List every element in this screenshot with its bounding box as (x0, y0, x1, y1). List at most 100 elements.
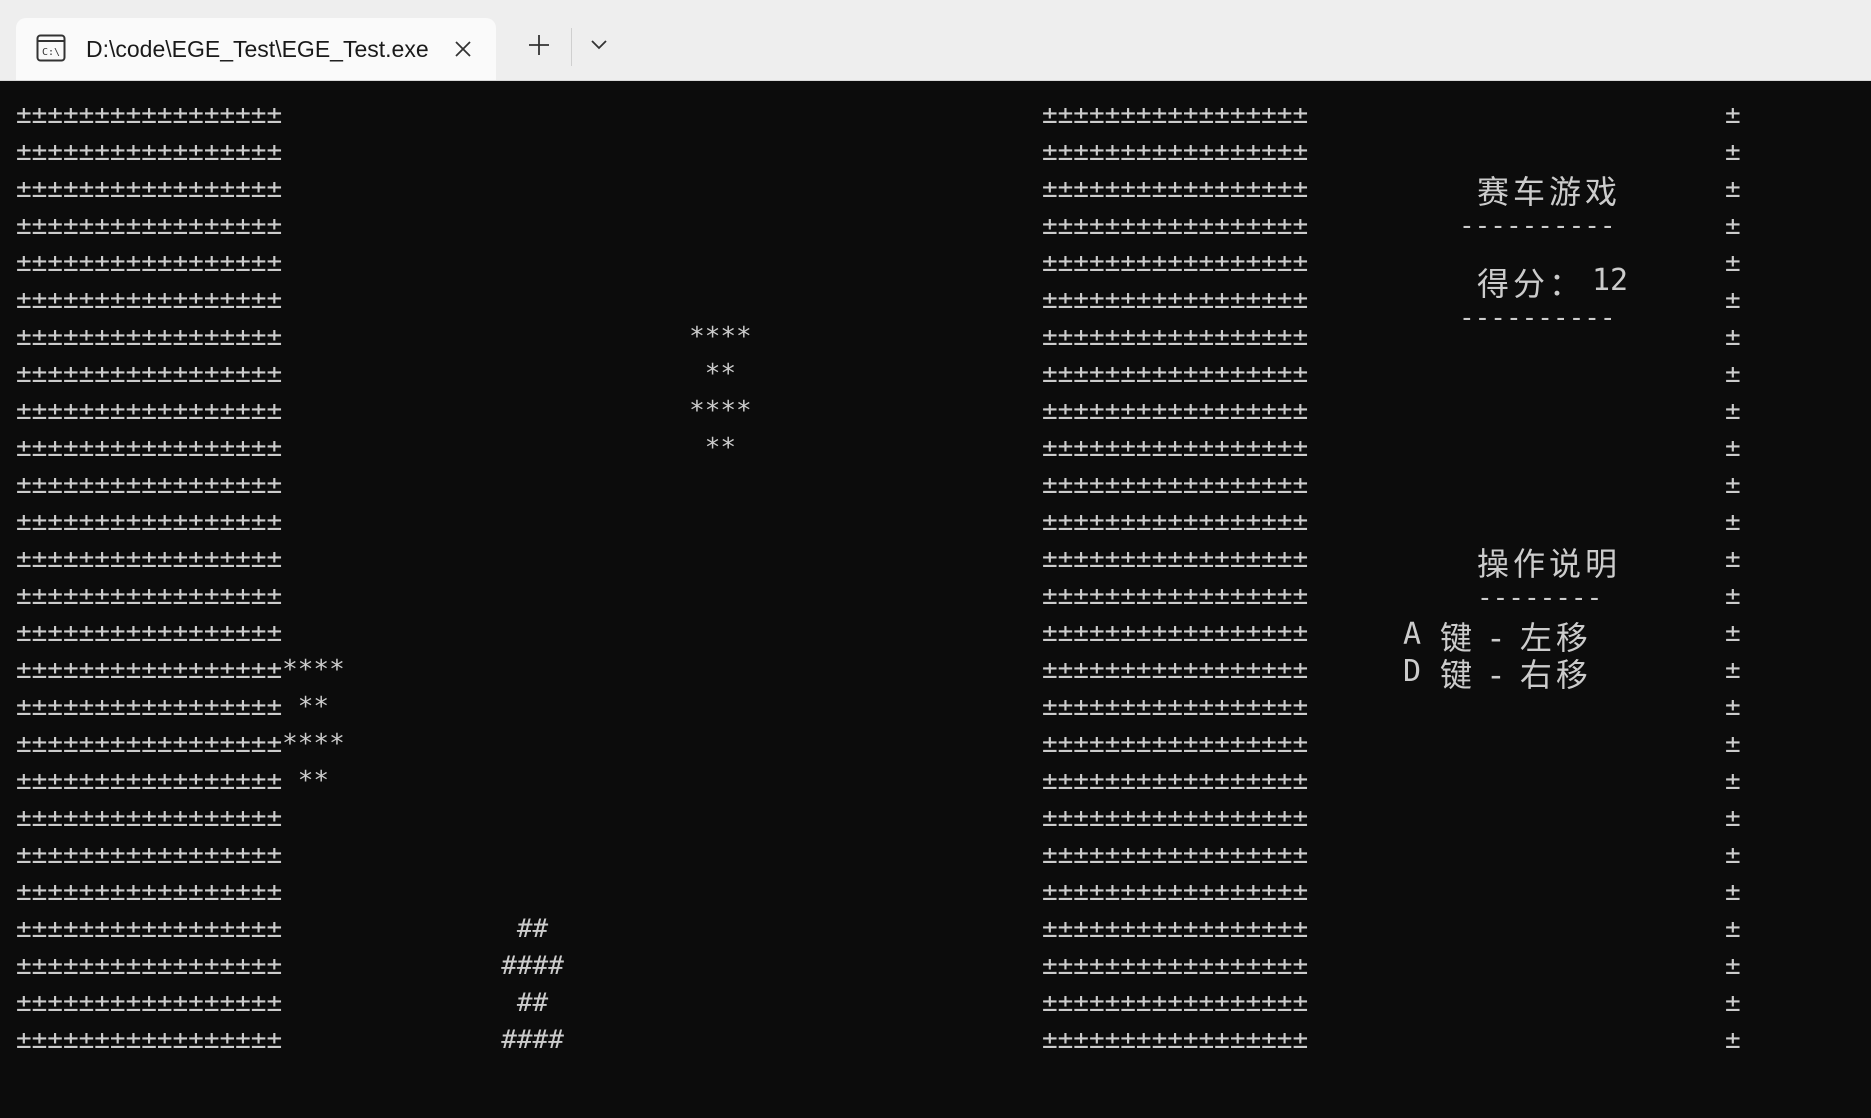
right-wall-row: ±±±±±±±±±±±±±±±±± (1042, 211, 1309, 241)
road-area: **** ** **** ** ## #### ## #### (16, 97, 752, 1059)
border-row: ± (1725, 803, 1741, 833)
road-row: #### (16, 951, 564, 981)
right-wall-row: ±±±±±±±±±±±±±±±±± (1042, 100, 1309, 130)
right-track-wall: ±±±±±±±±±±±±±±±±± ±±±±±±±±±±±±±±±±± ±±±±±±… (1042, 97, 1308, 1059)
border-row: ± (1725, 359, 1741, 389)
road-row (16, 578, 752, 615)
road-row (16, 874, 752, 911)
border-row: ± (1725, 285, 1741, 315)
border-row: ± (1725, 396, 1741, 426)
right-wall-row: ±±±±±±±±±±±±±±±±± (1042, 988, 1309, 1018)
border-row: ± (1725, 655, 1741, 685)
right-wall-row: ±±±±±±±±±±±±±±±±± (1042, 396, 1309, 426)
road-row (16, 837, 752, 874)
road-row: #### (16, 1025, 564, 1055)
road-row (16, 689, 752, 726)
right-wall-row: ±±±±±±±±±±±±±±±±± (1042, 248, 1309, 278)
border-row: ± (1725, 322, 1741, 352)
border-row: ± (1725, 1025, 1741, 1055)
plus-icon (528, 34, 550, 61)
right-wall-row: ±±±±±±±±±±±±±±±±± (1042, 470, 1309, 500)
terminal-icon: C:\ (36, 34, 66, 62)
control-d-key: D (1403, 654, 1422, 689)
right-wall-row: ±±±±±±±±±±±±±±±±± (1042, 655, 1309, 685)
divider-bottom: ---------- (1459, 303, 1616, 333)
border-row: ± (1725, 100, 1741, 130)
tab-dropdown-button[interactable] (578, 26, 620, 68)
right-border: ± ± ± ± ± ± ± ± ± ± ± ± ± ± ± ± ± ± ± ± ± ± ± ± ± ± (1725, 97, 1741, 1059)
road-row: ## (16, 988, 549, 1018)
svg-text:C:\: C:\ (42, 47, 60, 58)
tab-title: D:\code\EGE_Test\EGE_Test.exe (86, 36, 429, 62)
right-wall-row: ±±±±±±±±±±±±±±±±± (1042, 951, 1309, 981)
controls-title: 操作说明 (1477, 545, 1622, 583)
right-wall-row: ±±±±±±±±±±±±±±±±± (1042, 285, 1309, 315)
road-row (16, 652, 752, 689)
right-wall-row: ±±±±±±±±±±±±±±±±± (1042, 618, 1309, 648)
border-row: ± (1725, 433, 1741, 463)
tab-ege-test[interactable]: C:\ D:\code\EGE_Test\EGE_Test.exe (16, 18, 496, 80)
score-value: 12 (1592, 263, 1629, 298)
right-wall-row: ±±±±±±±±±±±±±±±±± (1042, 174, 1309, 204)
border-row: ± (1725, 248, 1741, 278)
road-row (16, 615, 752, 652)
divider-top: ---------- (1459, 211, 1616, 241)
road-row (16, 467, 752, 504)
border-row: ± (1725, 211, 1741, 241)
right-wall-row: ±±±±±±±±±±±±±±±±± (1042, 544, 1309, 574)
road-row (16, 134, 752, 171)
border-row: ± (1725, 692, 1741, 722)
border-row: ± (1725, 137, 1741, 167)
right-wall-row: ±±±±±±±±±±±±±±±±± (1042, 692, 1309, 722)
right-wall-row: ±±±±±±±±±±±±±±±±± (1042, 137, 1309, 167)
road-row (16, 97, 752, 134)
title-bar: C:\ D:\code\EGE_Test\EGE_Test.exe (0, 0, 1871, 81)
controls-divider: -------- (1477, 583, 1603, 613)
right-wall-row: ±±±±±±±±±±±±±±±±± (1042, 914, 1309, 944)
border-row: ± (1725, 988, 1741, 1018)
control-d-text: 键 - 右移 (1440, 656, 1592, 694)
road-row (16, 726, 752, 763)
right-wall-row: ±±±±±±±±±±±±±±±±± (1042, 359, 1309, 389)
border-row: ± (1725, 877, 1741, 907)
border-row: ± (1725, 174, 1741, 204)
road-row (16, 504, 752, 541)
right-wall-row: ±±±±±±±±±±±±±±±±± (1042, 581, 1309, 611)
border-row: ± (1725, 951, 1741, 981)
score-label: 得分： (1477, 265, 1586, 303)
console-output[interactable]: ±±±±±±±±±±±±±±±±± ±±±±±±±±±±±±±±±±± ±±±±±±… (0, 81, 1871, 1118)
border-row: ± (1725, 729, 1741, 759)
border-row: ± (1725, 766, 1741, 796)
tab-separator (571, 28, 572, 66)
right-wall-row: ±±±±±±±±±±±±±±±±± (1042, 803, 1309, 833)
right-wall-row: ±±±±±±±±±±±±±±±±± (1042, 433, 1309, 463)
border-row: ± (1725, 618, 1741, 648)
road-row: ** (16, 433, 737, 463)
road-row: **** (16, 396, 752, 426)
border-row: ± (1725, 581, 1741, 611)
road-row: ## (16, 914, 549, 944)
new-tab-button[interactable] (518, 26, 560, 68)
right-wall-row: ±±±±±±±±±±±±±±±±± (1042, 507, 1309, 537)
road-row (16, 208, 752, 245)
road-row (16, 763, 752, 800)
road-row (16, 245, 752, 282)
road-row (16, 282, 752, 319)
right-wall-row: ±±±±±±±±±±±±±±±±± (1042, 766, 1309, 796)
right-wall-row: ±±±±±±±±±±±±±±±±± (1042, 322, 1309, 352)
border-row: ± (1725, 840, 1741, 870)
terminal-window: C:\ D:\code\EGE_Test\EGE_Test.exe ±±±±±±… (0, 0, 1871, 1118)
control-a-key: A (1403, 617, 1422, 652)
game-title: 赛车游戏 (1477, 173, 1622, 211)
road-row (16, 171, 752, 208)
right-wall-row: ±±±±±±±±±±±±±±±±± (1042, 877, 1309, 907)
road-row: ** (16, 359, 737, 389)
border-row: ± (1725, 470, 1741, 500)
close-icon[interactable] (446, 32, 480, 66)
border-row: ± (1725, 914, 1741, 944)
right-wall-row: ±±±±±±±±±±±±±±±±± (1042, 729, 1309, 759)
road-row (16, 541, 752, 578)
road-row: **** (16, 322, 752, 352)
chevron-down-icon (590, 38, 608, 56)
road-row (16, 800, 752, 837)
